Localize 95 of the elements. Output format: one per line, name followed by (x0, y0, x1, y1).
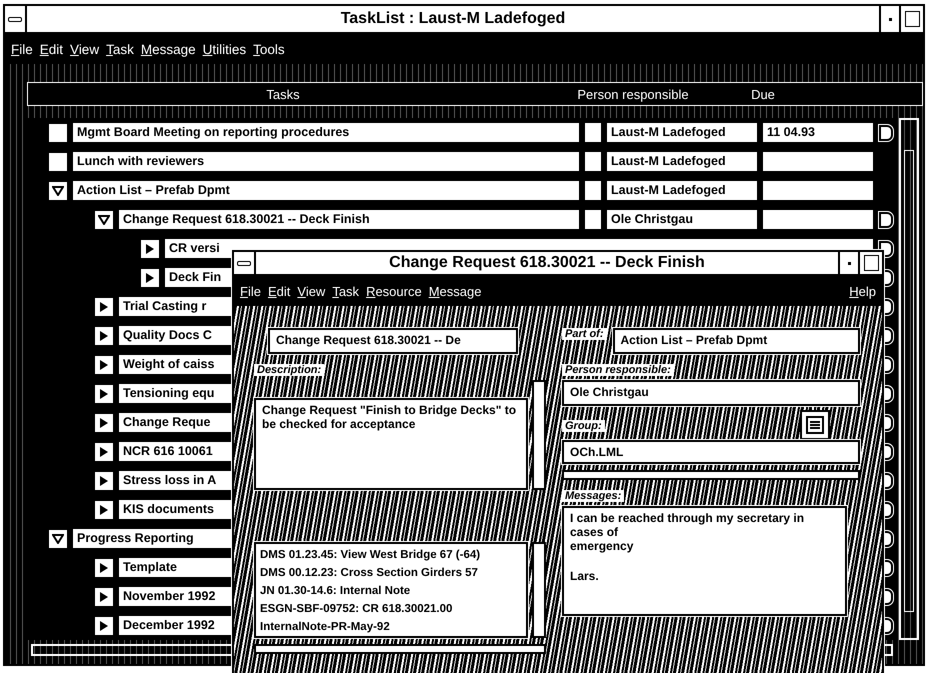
system-menu-button[interactable] (5, 6, 27, 32)
horizontal-scrollbar[interactable] (562, 470, 860, 480)
caret-right-icon (99, 620, 109, 632)
menu-item[interactable]: Edit (40, 42, 64, 56)
signature-text: Lars. (570, 569, 600, 583)
expand-toggle[interactable] (95, 588, 113, 606)
collapse-toggle[interactable] (95, 210, 113, 228)
description-field[interactable]: Change Request "Finish to Bridge Decks" to be checked for acceptance (254, 398, 528, 490)
menu-item[interactable]: Utilities (202, 42, 246, 56)
menu-item[interactable]: Resource (366, 284, 422, 298)
document-item[interactable]: InternalNote-PR-May-92 (260, 618, 522, 636)
note-icon[interactable] (879, 124, 893, 140)
menu-item[interactable]: Tools (253, 42, 285, 56)
task-title[interactable]: Action List – Prefab Dpmt (73, 181, 579, 200)
expand-toggle[interactable] (95, 298, 113, 316)
checkbox[interactable] (49, 152, 67, 170)
expand-toggle[interactable] (95, 442, 113, 460)
caret-right-icon (145, 272, 155, 284)
document-item[interactable]: DMS 01.23.45: View West Bridge 67 (-64) (260, 546, 522, 564)
task-name-field[interactable]: Change Request 618.30021 -- De (268, 328, 518, 354)
maximize-button[interactable] (899, 6, 923, 32)
menu-item[interactable]: Task (332, 284, 360, 298)
task-title[interactable]: Lunch with reviewers (73, 152, 579, 171)
part-of-field[interactable]: Action List – Prefab Dpmt (612, 328, 860, 354)
expand-toggle[interactable] (95, 616, 113, 634)
menu-item[interactable]: Help (849, 284, 876, 298)
expand-toggle[interactable] (95, 326, 113, 344)
messages-field[interactable]: I can be reached through my secretary in cases of emergency Lars. (562, 506, 847, 616)
menu-item[interactable]: File (240, 284, 261, 298)
checkbox[interactable] (49, 124, 67, 142)
browse-button[interactable] (800, 410, 830, 440)
collapse-toggle[interactable] (49, 182, 67, 200)
menu-item[interactable]: File (11, 42, 33, 56)
table-cell (585, 181, 601, 200)
collapse-toggle[interactable] (49, 530, 67, 548)
caret-right-icon (99, 446, 109, 458)
menu-item[interactable]: View (297, 284, 326, 298)
caret-right-icon (99, 504, 109, 516)
document-item[interactable]: ESGN-SBF-09752: CR 618.30021.00 (260, 600, 522, 618)
window-title: TaskList : Laust-M Ladefoged (340, 10, 566, 28)
expand-toggle[interactable] (95, 558, 113, 576)
menu-item[interactable]: Edit (268, 284, 290, 298)
expand-toggle[interactable] (95, 500, 113, 518)
list-icon (804, 414, 826, 436)
person-cell: Ole Christgau (607, 210, 757, 229)
caret-down-icon (52, 186, 64, 196)
field-label: Person responsible: (562, 364, 674, 376)
field-label: Description: (254, 364, 324, 376)
message-text: I can be reached through my secretary in cases of emergency (570, 511, 806, 553)
task-title[interactable]: Mgmt Board Meeting on reporting procedures (73, 123, 579, 142)
caret-right-icon (99, 388, 109, 400)
document-item[interactable]: JN 01.30-14.6: Internal Note (260, 582, 522, 600)
menu-item[interactable]: Message (428, 284, 482, 298)
caret-right-icon (99, 562, 109, 574)
menu-item[interactable]: Message (140, 42, 196, 56)
caret-right-icon (99, 416, 109, 428)
horizontal-scrollbar[interactable] (254, 644, 546, 654)
note-icon[interactable] (879, 212, 893, 228)
column-heading[interactable]: Person responsible (538, 86, 728, 102)
due-cell: 11 04.93 (763, 123, 873, 142)
caret-right-icon (99, 590, 109, 602)
table-cell (585, 152, 601, 171)
menu-item[interactable]: View (70, 42, 100, 56)
table-cell (585, 210, 601, 229)
expand-toggle[interactable] (95, 414, 113, 432)
expand-toggle[interactable] (95, 356, 113, 374)
table-cell (585, 123, 601, 142)
caret-right-icon (99, 358, 109, 370)
group-field[interactable]: OCh.LML (562, 440, 860, 464)
column-heading[interactable]: Due (728, 86, 798, 102)
vertical-scrollbar[interactable] (532, 542, 546, 638)
caret-right-icon (99, 474, 109, 486)
expand-toggle[interactable] (141, 268, 159, 286)
field-label: Messages: (562, 490, 624, 502)
person-cell: Laust-M Ladefoged (607, 152, 757, 171)
task-title[interactable]: Change Request 618.30021 -- Deck Finish (119, 210, 579, 229)
person-cell: Laust-M Ladefoged (607, 123, 757, 142)
vertical-scrollbar[interactable] (532, 380, 546, 490)
menu-item[interactable]: Task (106, 42, 134, 56)
caret-down-icon (98, 214, 110, 224)
caret-down-icon (52, 534, 64, 544)
document-item[interactable]: DMS 00.12.23: Cross Section Girders 57 (260, 564, 522, 582)
caret-right-icon (145, 242, 155, 254)
maximize-button[interactable] (858, 252, 882, 274)
expand-toggle[interactable] (95, 384, 113, 402)
person-cell: Laust-M Ladefoged (607, 181, 757, 200)
expand-toggle[interactable] (141, 240, 159, 258)
field-label: Part of: (562, 328, 606, 340)
caret-right-icon (99, 300, 109, 312)
system-menu-button[interactable] (234, 252, 256, 274)
field-label: Group: (562, 420, 605, 432)
person-field[interactable]: Ole Christgau (562, 380, 860, 406)
caret-right-icon (99, 330, 109, 342)
expand-toggle[interactable] (95, 472, 113, 490)
column-heading[interactable]: Tasks (28, 86, 538, 102)
